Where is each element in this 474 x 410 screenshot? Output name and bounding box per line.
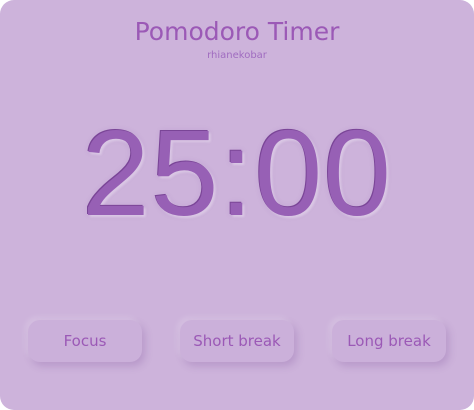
timer-display: 25:00 <box>81 105 393 241</box>
short-break-button[interactable]: Short break <box>180 320 294 362</box>
author-name: rhianekobar <box>207 50 267 61</box>
focus-button[interactable]: Focus <box>28 320 142 362</box>
long-break-button[interactable]: Long break <box>332 320 446 362</box>
app-title: Pomodoro Timer <box>134 17 340 46</box>
pomodoro-card: Pomodoro Timer rhianekobar 25:00 Focus S… <box>0 0 474 410</box>
